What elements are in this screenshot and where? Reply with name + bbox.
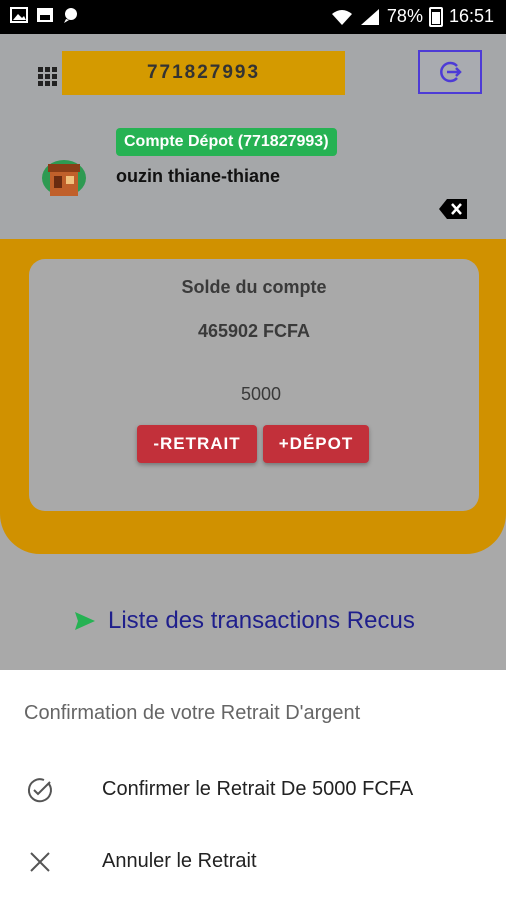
clock: 16:51 [448,6,494,26]
logout-button[interactable] [418,50,482,94]
chat-icon [64,8,77,23]
check-circle-icon [27,778,52,803]
account-type-badge: Compte Dépot (771827993) [116,128,337,156]
phone-number-field[interactable]: 771827993 [62,51,345,95]
battery-icon [428,6,443,27]
status-right: 78% 16:51 [331,6,494,27]
transactions-link-label: Liste des transactions Recus [108,607,415,634]
close-icon [30,852,50,872]
send-arrow-icon [75,612,95,630]
account-holder-name: ouzin thiane-thiane [116,166,280,186]
signal-icon [360,8,379,25]
shop-avatar-icon [42,160,86,196]
status-bar: 78% 16:51 [0,0,506,34]
withdraw-confirmation-sheet: Confirmation de votre Retrait D'argent C… [0,670,506,900]
balance-card: Solde du compte 465902 FCFA -RETRAIT +DÉ… [29,259,479,511]
withdraw-button[interactable]: -RETRAIT [137,425,257,463]
backspace-icon[interactable] [438,198,468,220]
confirm-withdraw-label: Confirmer le Retrait De 5000 FCFA [102,778,414,800]
balance-panel: Solde du compte 465902 FCFA -RETRAIT +DÉ… [0,239,506,554]
confirm-withdraw-option[interactable]: Confirmer le Retrait De 5000 FCFA [0,762,506,818]
cancel-withdraw-option[interactable]: Annuler le Retrait [0,834,506,890]
deposit-button[interactable]: +DÉPOT [263,425,369,463]
image-icon [10,7,28,23]
logout-icon [440,61,462,83]
amount-input[interactable] [169,379,353,409]
balance-amount: 465902 FCFA [197,321,311,341]
notification-icons [10,7,80,23]
balance-title: Solde du compte [181,277,327,297]
app-grid-icon[interactable] [37,66,57,86]
cancel-withdraw-label: Annuler le Retrait [102,850,257,872]
sheet-title: Confirmation de votre Retrait D'argent [24,702,361,724]
gallery-icon [37,8,53,22]
transactions-link[interactable]: Liste des transactions Recus [74,607,415,635]
account-header: 771827993 Compte Dépot (771827993) ouzin… [0,34,506,239]
battery-percent: 78% [386,6,423,26]
wifi-icon [331,9,352,25]
